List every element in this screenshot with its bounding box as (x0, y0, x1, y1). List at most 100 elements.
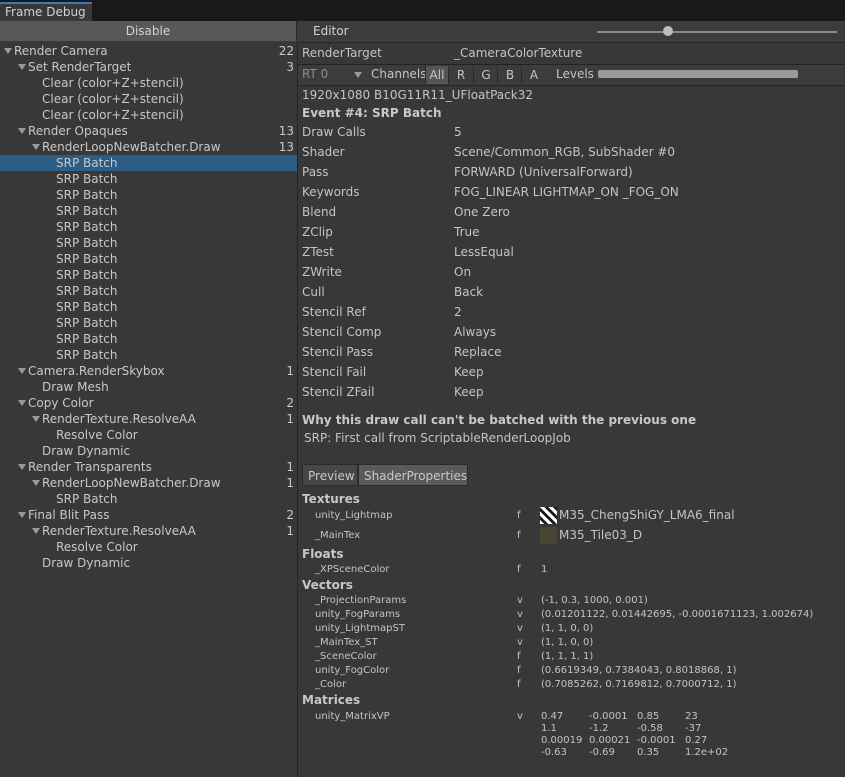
tree-row[interactable]: Final Blit Pass 2 (0, 507, 297, 523)
expand-arrow-icon[interactable] (32, 528, 40, 534)
tree-row[interactable]: Copy Color 2 (0, 395, 297, 411)
tree-row[interactable]: SRP Batch (0, 331, 297, 347)
matrix-cell: -1.2 (589, 723, 609, 734)
texture-thumbnail-icon[interactable] (540, 527, 557, 544)
tab-shader-properties[interactable]: ShaderProperties (358, 464, 468, 486)
tree-row[interactable]: RenderTexture.ResolveAA 1 (0, 411, 297, 427)
tree-row[interactable]: SRP Batch (0, 203, 297, 219)
tree-row-count: 1 (286, 524, 294, 538)
matrix-cell: -37 (685, 723, 702, 734)
tree-row[interactable]: Draw Dynamic (0, 443, 297, 459)
tree-row-label: Clear (color+Z+stencil) (42, 76, 184, 90)
channel-g-button[interactable]: G (473, 66, 498, 84)
render-target-label: RenderTarget (302, 46, 382, 60)
property-value: 5 (454, 125, 462, 139)
tree-row-label: SRP Batch (56, 236, 118, 250)
tree-row[interactable]: SRP Batch (0, 347, 297, 363)
tree-row[interactable]: SRP Batch (0, 251, 297, 267)
tree-row[interactable]: Draw Dynamic (0, 555, 297, 571)
expand-arrow-icon[interactable] (18, 128, 26, 134)
property-value: On (454, 265, 472, 279)
tree-row[interactable]: Clear (color+Z+stencil) (0, 91, 297, 107)
tree-row[interactable]: Camera.RenderSkybox 1 (0, 363, 297, 379)
shader-property-stage: f (517, 679, 521, 690)
rt-select[interactable]: RT 0 (302, 67, 328, 81)
tree-row[interactable]: RenderLoopNewBatcher.Draw 1 (0, 475, 297, 491)
shader-property-stage: f (517, 651, 521, 662)
expand-arrow-icon[interactable] (18, 464, 26, 470)
disable-button[interactable]: Disable (0, 21, 297, 41)
matrix-cell: 0.27 (685, 735, 708, 746)
tree-row[interactable]: Clear (color+Z+stencil) (0, 107, 297, 123)
tree-row[interactable]: SRP Batch (0, 299, 297, 315)
tree-row[interactable]: SRP Batch (0, 155, 297, 171)
channel-a-button[interactable]: A (521, 66, 546, 84)
shader-property-name: _SceneColor (315, 651, 377, 662)
levels-slider[interactable] (598, 70, 798, 78)
property-label: Cull (302, 285, 325, 299)
tree-row[interactable]: Set RenderTarget 3 (0, 59, 297, 75)
channel-b-button[interactable]: B (497, 66, 522, 84)
editor-dropdown[interactable]: Editor (309, 21, 593, 41)
tree-row[interactable]: Render Camera 22 (0, 43, 297, 59)
render-target-value[interactable]: _CameraColorTexture (454, 46, 582, 60)
matrices-header: Matrices (302, 693, 361, 707)
tree-row[interactable]: Resolve Color (0, 427, 297, 443)
tree-row-label: Clear (color+Z+stencil) (42, 108, 184, 122)
tab-frame-debug[interactable]: Frame Debug (0, 2, 92, 21)
tree-row-label: Resolve Color (56, 540, 138, 554)
event-slider[interactable] (597, 31, 837, 33)
channel-r-button[interactable]: R (448, 66, 473, 84)
tree-row[interactable]: Resolve Color (0, 539, 297, 555)
tree-row[interactable]: SRP Batch (0, 267, 297, 283)
property-label: ZWrite (302, 265, 342, 279)
tree-row-count: 13 (278, 140, 294, 154)
tree-row-label: SRP Batch (56, 220, 118, 234)
property-label: Pass (302, 165, 329, 179)
expand-arrow-icon[interactable] (4, 48, 12, 54)
tree-row[interactable]: RenderTexture.ResolveAA 1 (0, 523, 297, 539)
texture-thumbnail-icon[interactable] (540, 507, 557, 524)
property-value: FOG_LINEAR LIGHTMAP_ON _FOG_ON (454, 185, 679, 199)
tree-row-label: SRP Batch (56, 156, 118, 170)
property-value: Replace (454, 345, 502, 359)
shader-property-value: M35_ChengShiGY_LMA6_final (559, 508, 735, 522)
tree-row[interactable]: Clear (color+Z+stencil) (0, 75, 297, 91)
expand-arrow-icon[interactable] (18, 512, 26, 518)
tree-row[interactable]: SRP Batch (0, 171, 297, 187)
expand-arrow-icon[interactable] (18, 64, 26, 70)
tab-preview[interactable]: Preview (302, 464, 358, 486)
batch-break-reason: SRP: First call from ScriptableRenderLoo… (304, 431, 571, 445)
expand-arrow-icon[interactable] (18, 368, 26, 374)
channel-all-button[interactable]: All (425, 66, 448, 84)
tree-row[interactable]: Draw Mesh (0, 379, 297, 395)
tree-row-label: RenderLoopNewBatcher.Draw (42, 476, 221, 490)
tree-row[interactable]: Render Transparents 1 (0, 459, 297, 475)
expand-arrow-icon[interactable] (32, 144, 40, 150)
textures-header: Textures (302, 492, 360, 506)
property-value: Keep (454, 365, 484, 379)
vectors-header: Vectors (302, 578, 353, 592)
expand-arrow-icon[interactable] (32, 416, 40, 422)
tree-row[interactable]: SRP Batch (0, 235, 297, 251)
tree-row[interactable]: RenderLoopNewBatcher.Draw 13 (0, 139, 297, 155)
event-slider-knob[interactable] (663, 26, 673, 36)
expand-arrow-icon[interactable] (32, 480, 40, 486)
tree-row-label: RenderTexture.ResolveAA (42, 524, 196, 538)
tree-row[interactable]: SRP Batch (0, 283, 297, 299)
shader-property-name: unity_Lightmap (315, 510, 393, 521)
tree-row[interactable]: SRP Batch (0, 219, 297, 235)
tree-row[interactable]: SRP Batch (0, 187, 297, 203)
tree-row-label: RenderLoopNewBatcher.Draw (42, 140, 221, 154)
property-label: Draw Calls (302, 125, 366, 139)
expand-arrow-icon[interactable] (18, 400, 26, 406)
shader-property-value: M35_Tile03_D (559, 528, 643, 542)
matrix-cell: -0.58 (637, 723, 663, 734)
property-label: Stencil Fail (302, 365, 367, 379)
shader-property-stage: f (517, 530, 521, 541)
tree-row[interactable]: Render Opaques 13 (0, 123, 297, 139)
shader-property-name: _ProjectionParams (315, 595, 407, 606)
tree-row[interactable]: SRP Batch (0, 491, 297, 507)
tree-row-count: 13 (278, 124, 294, 138)
tree-row[interactable]: SRP Batch (0, 315, 297, 331)
